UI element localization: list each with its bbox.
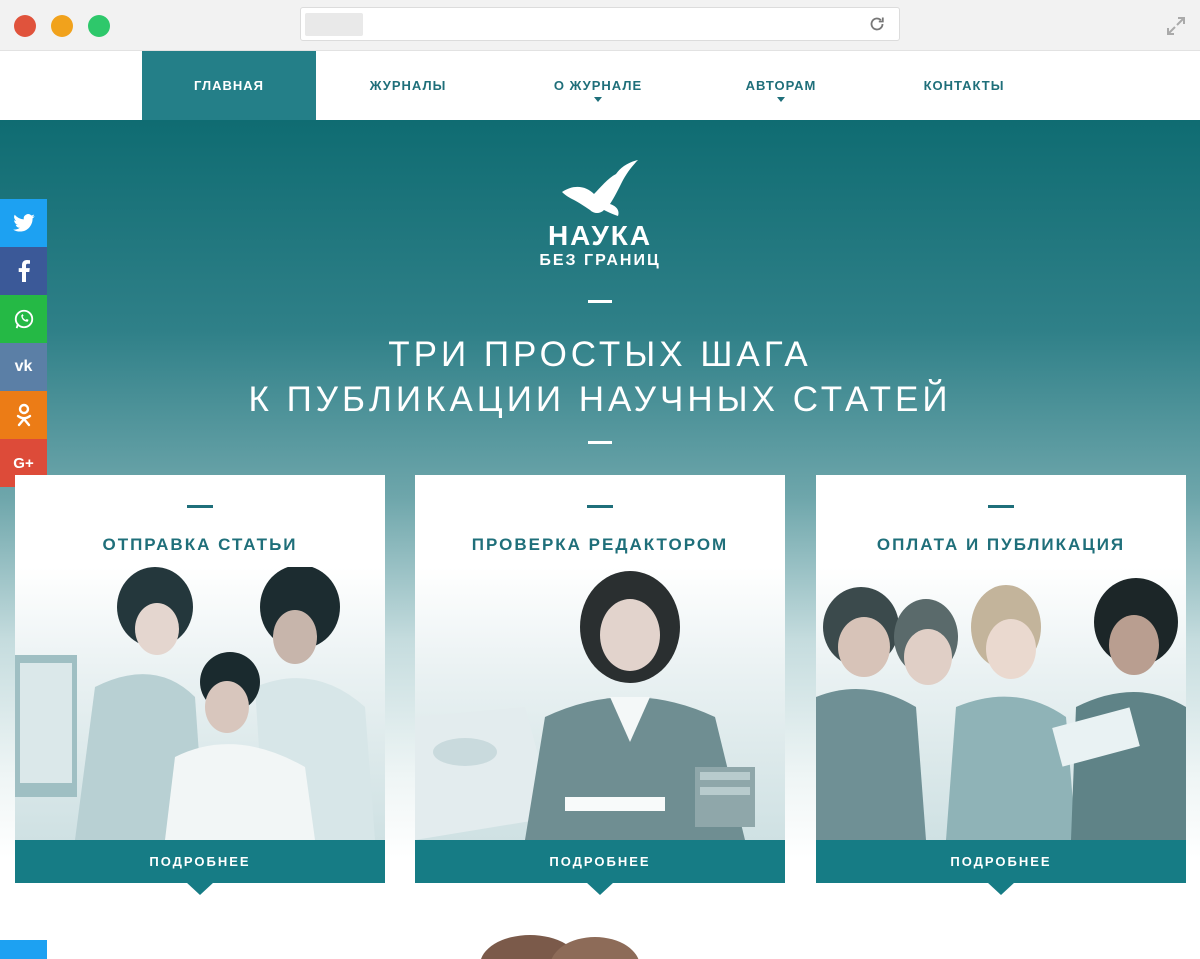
brand-main: НАУКА bbox=[547, 220, 653, 251]
card-divider bbox=[187, 505, 213, 508]
card-arrow bbox=[586, 882, 614, 895]
address-bar[interactable] bbox=[300, 7, 900, 41]
step-card-submit: ОТПРАВКА СТАТЬИ ПОДРОБНЕЕ bbox=[15, 475, 385, 895]
nav-item-contacts[interactable]: КОНТАКТЫ bbox=[866, 51, 1062, 120]
maximize-window-button[interactable] bbox=[88, 15, 110, 37]
page-title: ТРИ ПРОСТЫХ ШАГА К ПУБЛИКАЦИИ НАУЧНЫХ СТ… bbox=[0, 332, 1200, 422]
card-title: ПРОВЕРКА РЕДАКТОРОМ bbox=[471, 535, 729, 554]
nav-item-label: ЖУРНАЛЫ bbox=[369, 78, 447, 93]
more-button[interactable]: ПОДРОБНЕЕ bbox=[15, 840, 385, 883]
section-photo-partial bbox=[481, 935, 639, 959]
nav-item-label: КОНТАКТЫ bbox=[923, 78, 1005, 93]
step-card-review: ПРОВЕРКА РЕДАКТОРОМ ПОДРОБНЕЕ bbox=[415, 475, 785, 895]
browser-chrome bbox=[0, 0, 1200, 51]
card-photo bbox=[415, 567, 785, 840]
card-divider bbox=[587, 505, 613, 508]
card-arrow bbox=[987, 882, 1015, 895]
chevron-down-icon bbox=[594, 97, 602, 102]
headline-line-1: ТРИ ПРОСТЫХ ШАГА bbox=[388, 335, 812, 374]
odnoklassniki-icon bbox=[16, 403, 31, 427]
nav-item-label: ГЛАВНАЯ bbox=[193, 78, 265, 93]
whatsapp-icon bbox=[14, 309, 33, 329]
step-card-payment: ОПЛАТА И ПУБЛИКАЦИЯ ПОДРОБНЕЕ bbox=[816, 475, 1186, 895]
vk-icon: vk bbox=[14, 358, 33, 375]
nav-item-label: О ЖУРНАЛЕ bbox=[553, 78, 643, 93]
brand-name: НАУКА БЕЗ ГРАНИЦ bbox=[0, 220, 1200, 270]
odnoklassniki-share-button[interactable] bbox=[0, 391, 47, 439]
facebook-icon bbox=[18, 260, 30, 282]
divider bbox=[588, 441, 612, 444]
eagle-logo-icon bbox=[562, 160, 638, 216]
card-arrow bbox=[186, 882, 214, 895]
url-placeholder bbox=[305, 13, 363, 36]
more-button[interactable]: ПОДРОБНЕЕ bbox=[415, 840, 785, 883]
brand-sub: БЕЗ ГРАНИЦ bbox=[539, 252, 661, 269]
divider bbox=[588, 300, 612, 303]
card-divider bbox=[988, 505, 1014, 508]
facebook-share-button[interactable] bbox=[0, 247, 47, 295]
nav-item-label: АВТОРАМ bbox=[745, 78, 817, 93]
fullscreen-icon[interactable] bbox=[1164, 14, 1188, 38]
card-photo bbox=[816, 567, 1186, 840]
card-title: ОПЛАТА И ПУБЛИКАЦИЯ bbox=[876, 535, 1126, 554]
twitter-share-button[interactable] bbox=[0, 940, 47, 959]
chevron-down-icon bbox=[777, 97, 785, 102]
headline-line-2: К ПУБЛИКАЦИИ НАУЧНЫХ СТАТЕЙ bbox=[248, 380, 952, 419]
minimize-window-button[interactable] bbox=[51, 15, 73, 37]
more-button[interactable]: ПОДРОБНЕЕ bbox=[816, 840, 1186, 883]
card-photo bbox=[15, 567, 385, 840]
reload-icon[interactable] bbox=[867, 14, 887, 34]
twitter-icon bbox=[12, 214, 35, 232]
nav-item-journals[interactable]: ЖУРНАЛЫ bbox=[318, 51, 498, 120]
card-title: ОТПРАВКА СТАТЬИ bbox=[102, 535, 298, 554]
close-window-button[interactable] bbox=[14, 15, 36, 37]
nav-item-about-journal[interactable]: О ЖУРНАЛЕ bbox=[500, 51, 696, 120]
nav-item-home[interactable]: ГЛАВНАЯ bbox=[142, 51, 316, 120]
whatsapp-share-button[interactable] bbox=[0, 295, 47, 343]
vk-share-button[interactable]: vk bbox=[0, 343, 47, 391]
nav-item-authors[interactable]: АВТОРАМ bbox=[698, 51, 864, 120]
twitter-share-button[interactable] bbox=[0, 199, 47, 247]
main-nav: ГЛАВНАЯ ЖУРНАЛЫ О ЖУРНАЛЕ АВТОРАМ КОНТАК… bbox=[0, 51, 1200, 120]
google-plus-icon: G+ bbox=[13, 454, 34, 472]
